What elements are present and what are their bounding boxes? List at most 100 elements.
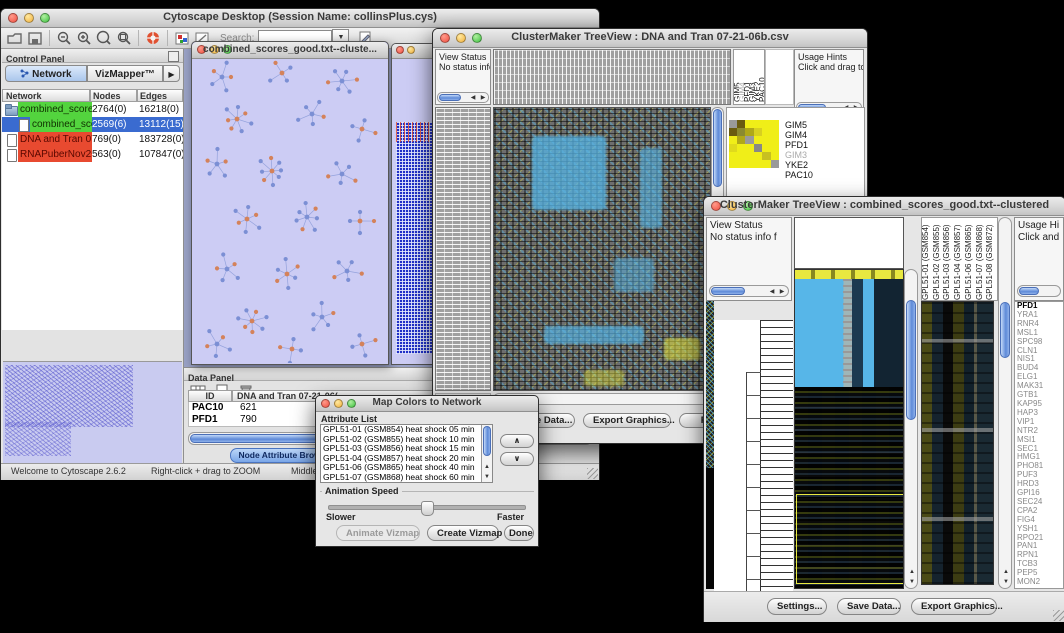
attribute-item[interactable]: GPL51-04 (GSM857) heat shock 20 min	[323, 454, 492, 464]
tv1-column-dendrogram[interactable]	[493, 49, 731, 105]
gene-label[interactable]: VIP1	[1017, 418, 1063, 427]
main-titlebar[interactable]: Cytoscape Desktop (Session Name: collins…	[1, 9, 599, 28]
animate-vizmap-button[interactable]: Animate Vizmap	[336, 525, 420, 541]
save-icon[interactable]	[25, 30, 45, 47]
tv2-sub-heatmap[interactable]	[921, 301, 994, 585]
gene-label[interactable]: GIM5	[785, 120, 813, 130]
gene-label[interactable]: MSL1	[1017, 329, 1063, 338]
attribute-item[interactable]: GPL51-03 (GSM856) heat shock 15 min	[323, 444, 492, 454]
heatmap-selection-rect[interactable]	[796, 494, 904, 584]
birds-eye-view[interactable]	[3, 361, 182, 463]
gene-label[interactable]: YRA1	[1017, 311, 1063, 320]
network-row[interactable]: RNAPuberNov2+ 563(0) 107847(0)	[2, 147, 183, 162]
gene-label[interactable]: PEP5	[1017, 569, 1063, 578]
network-canvas[interactable]	[192, 59, 386, 363]
gene-label[interactable]: GIM3	[785, 150, 813, 160]
move-down-button[interactable]: ∨	[500, 452, 534, 466]
done-button[interactable]: Done	[504, 525, 534, 541]
gene-label[interactable]: MON2	[1017, 578, 1063, 587]
tv2-row-dendrogram[interactable]	[714, 320, 793, 608]
network-row[interactable]: DNA and Tran 07 769(0) 183728(0)	[2, 132, 183, 147]
gene-label[interactable]: HAP3	[1017, 409, 1063, 418]
network-row[interactable]: combined_sco 2569(6) 13112(15)	[2, 117, 183, 132]
tv2-save-data-button[interactable]: Save Data...	[837, 598, 901, 615]
gene-label[interactable]: YSH1	[1017, 525, 1063, 534]
tv1-sub-heatmap[interactable]	[729, 120, 779, 168]
gene-label[interactable]: RPO21	[1017, 534, 1063, 543]
zoom-in-icon[interactable]	[74, 30, 94, 47]
column-header-network[interactable]: Network	[2, 89, 90, 102]
tv1-row-dendrogram[interactable]	[435, 107, 491, 391]
gene-label[interactable]: BUD4	[1017, 364, 1063, 373]
tv2-status-hscrollbar[interactable]: ◀▶	[709, 285, 789, 297]
gene-label[interactable]: HMG1	[1017, 453, 1063, 462]
tv1-status-hscrollbar[interactable]: ◀▶	[437, 92, 489, 103]
gene-label[interactable]: PFD1	[1017, 302, 1063, 311]
gene-label[interactable]: GIM4	[785, 130, 813, 140]
gene-label[interactable]: YKE2	[785, 160, 813, 170]
zoom-selected-icon[interactable]	[114, 30, 134, 47]
attribute-item[interactable]: GPL51-01 (GSM854) heat shock 05 min	[323, 425, 492, 435]
gene-label[interactable]: RPN1	[1017, 551, 1063, 560]
heatmap-yellow-band	[795, 270, 904, 279]
slider-thumb[interactable]	[421, 501, 434, 516]
vizmapper-palette-icon[interactable]	[172, 30, 192, 47]
tv2-export-graphics-button[interactable]: Export Graphics...	[911, 598, 997, 615]
gene-label[interactable]: NTR2	[1017, 427, 1063, 436]
tab-overflow-arrow[interactable]: ▶	[163, 65, 180, 82]
column-header-nodes[interactable]: Nodes	[90, 89, 137, 102]
zoom-out-icon[interactable]	[54, 30, 74, 47]
gene-label[interactable]: NIS1	[1017, 355, 1063, 364]
gene-label[interactable]: CPA2	[1017, 507, 1063, 516]
minimize-icon[interactable]	[407, 46, 415, 54]
resize-grip[interactable]	[587, 468, 598, 479]
dense-network-grid[interactable]	[396, 122, 436, 354]
data-column-id[interactable]: ID	[188, 390, 232, 402]
gene-label[interactable]: KAP95	[1017, 400, 1063, 409]
gene-label[interactable]: PAN1	[1017, 542, 1063, 551]
help-lifesaver-icon[interactable]	[143, 30, 163, 47]
gene-label[interactable]: RNR4	[1017, 320, 1063, 329]
gene-label[interactable]: GPI16	[1017, 489, 1063, 498]
gene-label[interactable]: SEC24	[1017, 498, 1063, 507]
gene-label[interactable]: CLN1	[1017, 347, 1063, 356]
tv1-heatmap[interactable]	[493, 107, 711, 391]
float-panel-icon[interactable]	[168, 51, 179, 62]
tv2-vscrollbar[interactable]: ▲▼	[904, 269, 918, 589]
attribute-item[interactable]: GPL51-07 (GSM868) heat shock 60 min	[323, 473, 492, 483]
tv1-export-graphics-button[interactable]: Export Graphics...	[583, 413, 671, 428]
attribute-item[interactable]: GPL51-02 (GSM855) heat shock 10 min	[323, 435, 492, 445]
gene-label[interactable]: PFD1	[785, 140, 813, 150]
tab-vizmapper[interactable]: VizMapper™	[87, 65, 163, 82]
tv2-heatmap[interactable]	[794, 269, 904, 589]
close-icon[interactable]	[396, 46, 404, 54]
gene-label[interactable]: PAC10	[785, 170, 813, 180]
attribute-list-scrollbar[interactable]: ▲▼	[481, 425, 492, 482]
network-row[interactable]: combined_scores 2764(0) 16218(0)	[2, 102, 183, 117]
gene-label[interactable]: PHO81	[1017, 462, 1063, 471]
gene-label[interactable]: MAK31	[1017, 382, 1063, 391]
gene-label[interactable]: FIG4	[1017, 516, 1063, 525]
animation-speed-slider[interactable]	[328, 505, 526, 510]
tab-network[interactable]: Network	[5, 65, 87, 82]
gene-label[interactable]: HRD3	[1017, 480, 1063, 489]
gene-label[interactable]: ELG1	[1017, 373, 1063, 382]
gene-label[interactable]: SPC98	[1017, 338, 1063, 347]
gene-label[interactable]: TCB3	[1017, 560, 1063, 569]
gene-label[interactable]: GTB1	[1017, 391, 1063, 400]
gene-label[interactable]: SEC1	[1017, 445, 1063, 454]
resize-grip[interactable]	[1053, 610, 1064, 621]
attribute-item[interactable]: GPL51-06 (GSM865) heat shock 40 min	[323, 463, 492, 473]
gene-label[interactable]: MSI1	[1017, 436, 1063, 445]
tv2-genelist-vscrollbar[interactable]: ▲▼	[998, 217, 1012, 589]
tv2-settings-button[interactable]: Settings...	[767, 598, 827, 615]
tv2-column-dendrogram[interactable]	[794, 217, 904, 269]
tv2-hints-hscrollbar[interactable]	[1017, 285, 1061, 297]
create-vizmap-button[interactable]: Create Vizmap	[427, 525, 499, 541]
move-up-button[interactable]: ∧	[500, 434, 534, 448]
zoom-fit-icon[interactable]	[94, 30, 114, 47]
gene-label[interactable]: PUF3	[1017, 471, 1063, 480]
column-header-edges[interactable]: Edges	[137, 89, 183, 102]
open-folder-icon[interactable]	[5, 30, 25, 47]
attribute-list[interactable]: GPL51-01 (GSM854) heat shock 05 minGPL51…	[320, 424, 493, 483]
